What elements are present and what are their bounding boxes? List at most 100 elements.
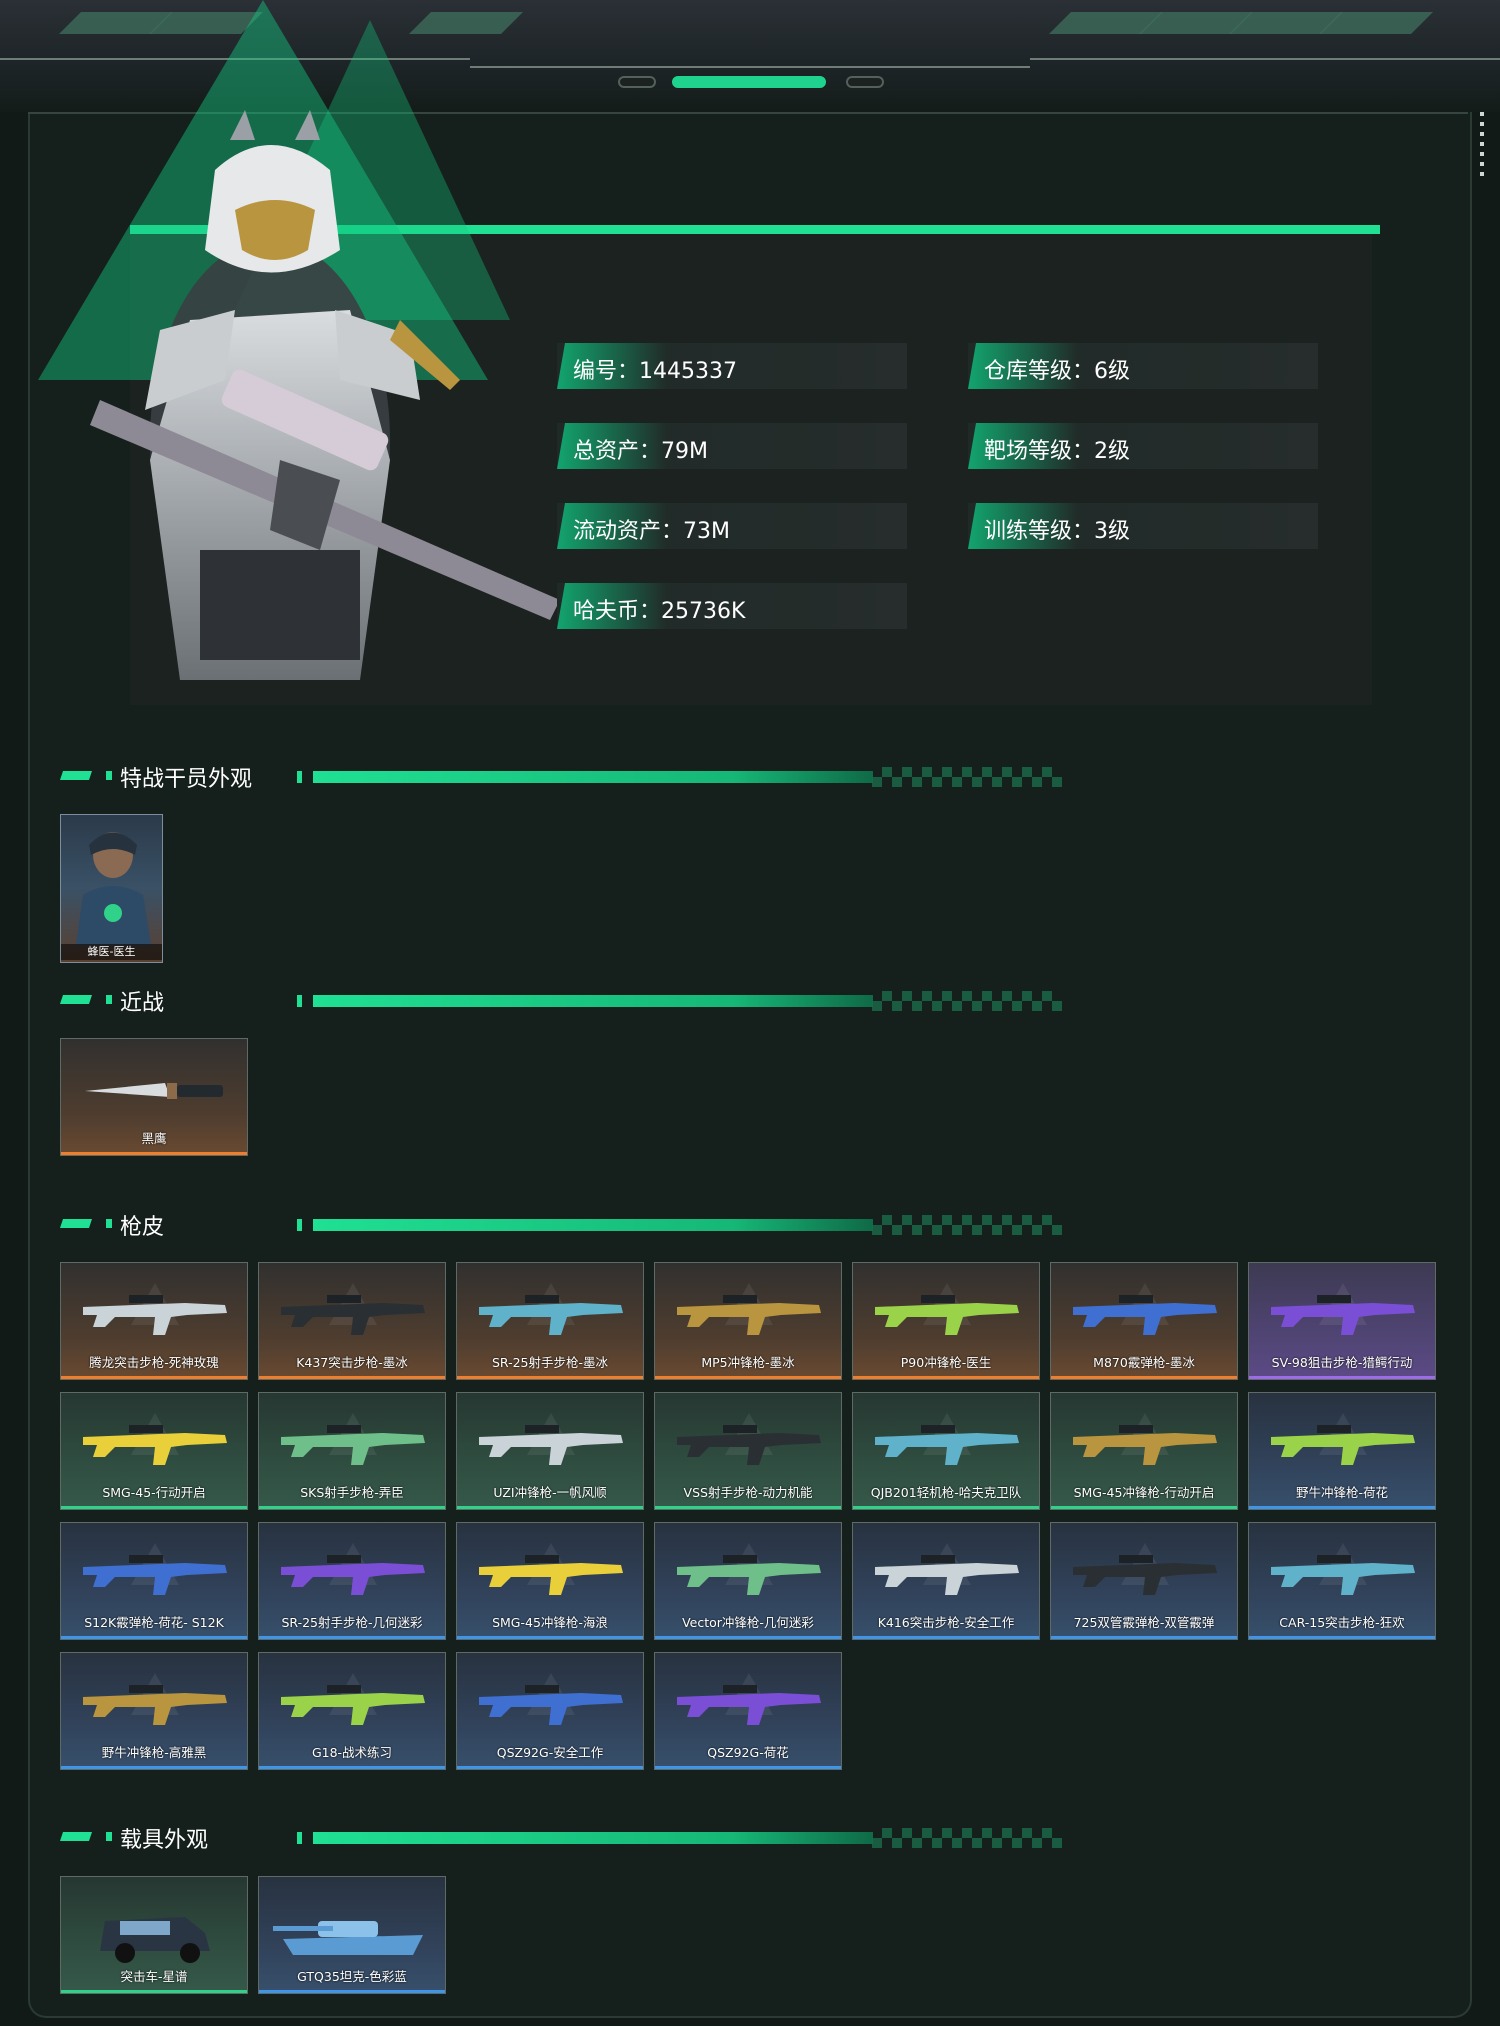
card-label: VSS射手步枪-动力机能 bbox=[683, 1485, 813, 1500]
weapon-skin-card[interactable]: S12K霰弹枪-荷花- S12K bbox=[60, 1522, 248, 1640]
rarity-rim bbox=[1249, 1376, 1435, 1379]
card-label: 突击车-星谱 bbox=[120, 1969, 188, 1984]
card-label: QSZ92G-安全工作 bbox=[496, 1745, 604, 1760]
weapon-skin-card[interactable]: UZI冲锋枪-一帆风顺 bbox=[456, 1392, 644, 1510]
weapon-skin-card[interactable]: SMG-45冲锋枪-行动开启 bbox=[1050, 1392, 1238, 1510]
rifle-icon bbox=[281, 1295, 425, 1335]
header-rail bbox=[1030, 58, 1500, 60]
weapon-skin-card[interactable]: 野牛冲锋枪-高雅黑 bbox=[60, 1652, 248, 1770]
header-stripe bbox=[1319, 12, 1433, 34]
header-indicator bbox=[618, 76, 656, 88]
rifle-icon bbox=[1271, 1425, 1415, 1465]
section-header-skins: 枪皮 bbox=[60, 1205, 1062, 1245]
card-label: K416突击步枪-安全工作 bbox=[877, 1615, 1015, 1630]
weapon-skin-card[interactable]: QSZ92G-荷花 bbox=[654, 1652, 842, 1770]
weapon-skin-card[interactable]: P90冲锋枪-医生 bbox=[852, 1262, 1040, 1380]
stat-liquid-assets: 流动资产：73M bbox=[557, 503, 907, 549]
weapon-skin-card[interactable]: VSS射手步枪-动力机能 bbox=[654, 1392, 842, 1510]
card-label: SR-25射手步枪-几何迷彩 bbox=[281, 1615, 423, 1630]
weapon-skin-card[interactable]: QSZ92G-安全工作 bbox=[456, 1652, 644, 1770]
weapon-skin-card[interactable]: K416突击步枪-安全工作 bbox=[852, 1522, 1040, 1640]
weapon-skin-card[interactable]: SMG-45-行动开启 bbox=[60, 1392, 248, 1510]
rarity-rim bbox=[61, 1506, 247, 1509]
weapon-skin-card[interactable]: SV-98狙击步枪-猎鳄行动 bbox=[1248, 1262, 1436, 1380]
rarity-rim bbox=[457, 1376, 643, 1379]
rarity-rim bbox=[655, 1506, 841, 1509]
stat-training-level: 训练等级：3级 bbox=[968, 503, 1318, 549]
card-label: G18-战术练习 bbox=[311, 1745, 393, 1760]
weapon-skin-card[interactable]: Vector冲锋枪-几何迷彩 bbox=[654, 1522, 842, 1640]
section-header-operator: 特战干员外观 bbox=[60, 757, 1062, 797]
card-label: 黑鹰 bbox=[141, 1131, 167, 1146]
weapon-skin-card[interactable]: 野牛冲锋枪-荷花 bbox=[1248, 1392, 1436, 1510]
rifle-icon bbox=[1271, 1555, 1415, 1595]
card-label: MP5冲锋枪-墨冰 bbox=[701, 1355, 795, 1370]
rifle-icon bbox=[1073, 1295, 1217, 1335]
vehicle-skin-card[interactable]: 突击车-星谱 bbox=[60, 1876, 248, 1994]
stat-coins: 哈夫币：25736K bbox=[557, 583, 907, 629]
rarity-rim bbox=[853, 1506, 1039, 1509]
weapon-skin-card[interactable]: 725双管霰弹枪-双管霰弹 bbox=[1050, 1522, 1238, 1640]
card-label: 野牛冲锋枪-荷花 bbox=[1295, 1485, 1388, 1500]
card-label: P90冲锋枪-医生 bbox=[900, 1355, 992, 1370]
weapon-skin-card[interactable]: SMG-45冲锋枪-海浪 bbox=[456, 1522, 644, 1640]
weapon-skin-card[interactable]: SR-25射手步枪-墨冰 bbox=[456, 1262, 644, 1380]
operator-skin-card[interactable]: 蜂医-医生 bbox=[60, 814, 163, 963]
card-label: QJB201轻机枪-哈夫克卫队 bbox=[870, 1485, 1022, 1500]
card-label: SV-98狙击步枪-猎鳄行动 bbox=[1271, 1355, 1413, 1370]
section-title: 枪皮 bbox=[120, 1215, 165, 1240]
card-label: Vector冲锋枪-几何迷彩 bbox=[682, 1615, 814, 1630]
weapon-skin-card[interactable]: QJB201轻机枪-哈夫克卫队 bbox=[852, 1392, 1040, 1510]
vehicle-skin-card[interactable]: GTQ35坦克-色彩蓝 bbox=[258, 1876, 446, 1994]
section-title: 特战干员外观 bbox=[120, 767, 253, 792]
rifle-icon bbox=[83, 1555, 227, 1595]
weapon-skin-card[interactable]: G18-战术练习 bbox=[258, 1652, 446, 1770]
weapon-skin-card[interactable]: SKS射手步枪-弄臣 bbox=[258, 1392, 446, 1510]
rarity-rim bbox=[853, 1376, 1039, 1379]
stat-player-id: 编号：1445337 bbox=[557, 343, 907, 389]
rarity-rim bbox=[1249, 1506, 1435, 1509]
rifle-icon bbox=[1073, 1555, 1217, 1595]
rarity-rim bbox=[655, 1766, 841, 1769]
rifle-icon bbox=[281, 1555, 425, 1595]
rifle-icon bbox=[479, 1555, 623, 1595]
knife-icon bbox=[85, 1083, 223, 1099]
card-label: M870霰弹枪-墨冰 bbox=[1093, 1355, 1195, 1370]
rarity-rim bbox=[655, 1376, 841, 1379]
header-rail bbox=[470, 66, 1030, 68]
rifle-icon bbox=[1271, 1295, 1415, 1335]
weapon-skin-card[interactable]: M870霰弹枪-墨冰 bbox=[1050, 1262, 1238, 1380]
weapon-skin-card[interactable]: K437突击步枪-墨冰 bbox=[258, 1262, 446, 1380]
rifle-icon bbox=[281, 1425, 425, 1465]
rifle-icon bbox=[677, 1685, 821, 1725]
header-indicator-active bbox=[672, 76, 826, 88]
weapon-skin-card[interactable]: CAR-15突击步枪-狂欢 bbox=[1248, 1522, 1436, 1640]
rifle-icon bbox=[479, 1425, 623, 1465]
card-label: UZI冲锋枪-一帆风顺 bbox=[493, 1485, 607, 1500]
rifle-icon bbox=[677, 1555, 821, 1595]
rarity-rim bbox=[457, 1636, 643, 1639]
rifle-icon bbox=[281, 1685, 425, 1725]
card-label: QSZ92G-荷花 bbox=[707, 1745, 789, 1760]
section-header-vehicles: 载具外观 bbox=[60, 1818, 1062, 1858]
rarity-rim bbox=[457, 1506, 643, 1509]
card-label: SR-25射手步枪-墨冰 bbox=[491, 1355, 609, 1370]
card-label: 725双管霰弹枪-双管霰弹 bbox=[1073, 1615, 1215, 1630]
weapon-skin-card[interactable]: SR-25射手步枪-几何迷彩 bbox=[258, 1522, 446, 1640]
rifle-icon bbox=[83, 1685, 227, 1725]
melee-skin-card[interactable]: 黑鹰 bbox=[60, 1038, 248, 1156]
rifle-icon bbox=[479, 1685, 623, 1725]
card-label: CAR-15突击步枪-狂欢 bbox=[1279, 1615, 1405, 1630]
rarity-rim bbox=[259, 1636, 445, 1639]
scrollbar-handle[interactable] bbox=[1480, 112, 1486, 182]
weapon-skin-card[interactable]: MP5冲锋枪-墨冰 bbox=[654, 1262, 842, 1380]
rarity-rim bbox=[1051, 1636, 1237, 1639]
card-label: S12K霰弹枪-荷花- S12K bbox=[84, 1615, 224, 1630]
rifle-icon bbox=[875, 1295, 1019, 1335]
rarity-rim bbox=[259, 1506, 445, 1509]
rifle-icon bbox=[677, 1295, 821, 1335]
rifle-icon bbox=[677, 1425, 821, 1465]
weapon-skin-card[interactable]: 腾龙突击步枪-死神玫瑰 bbox=[60, 1262, 248, 1380]
card-label: 野牛冲锋枪-高雅黑 bbox=[101, 1745, 207, 1760]
rifle-icon bbox=[875, 1425, 1019, 1465]
